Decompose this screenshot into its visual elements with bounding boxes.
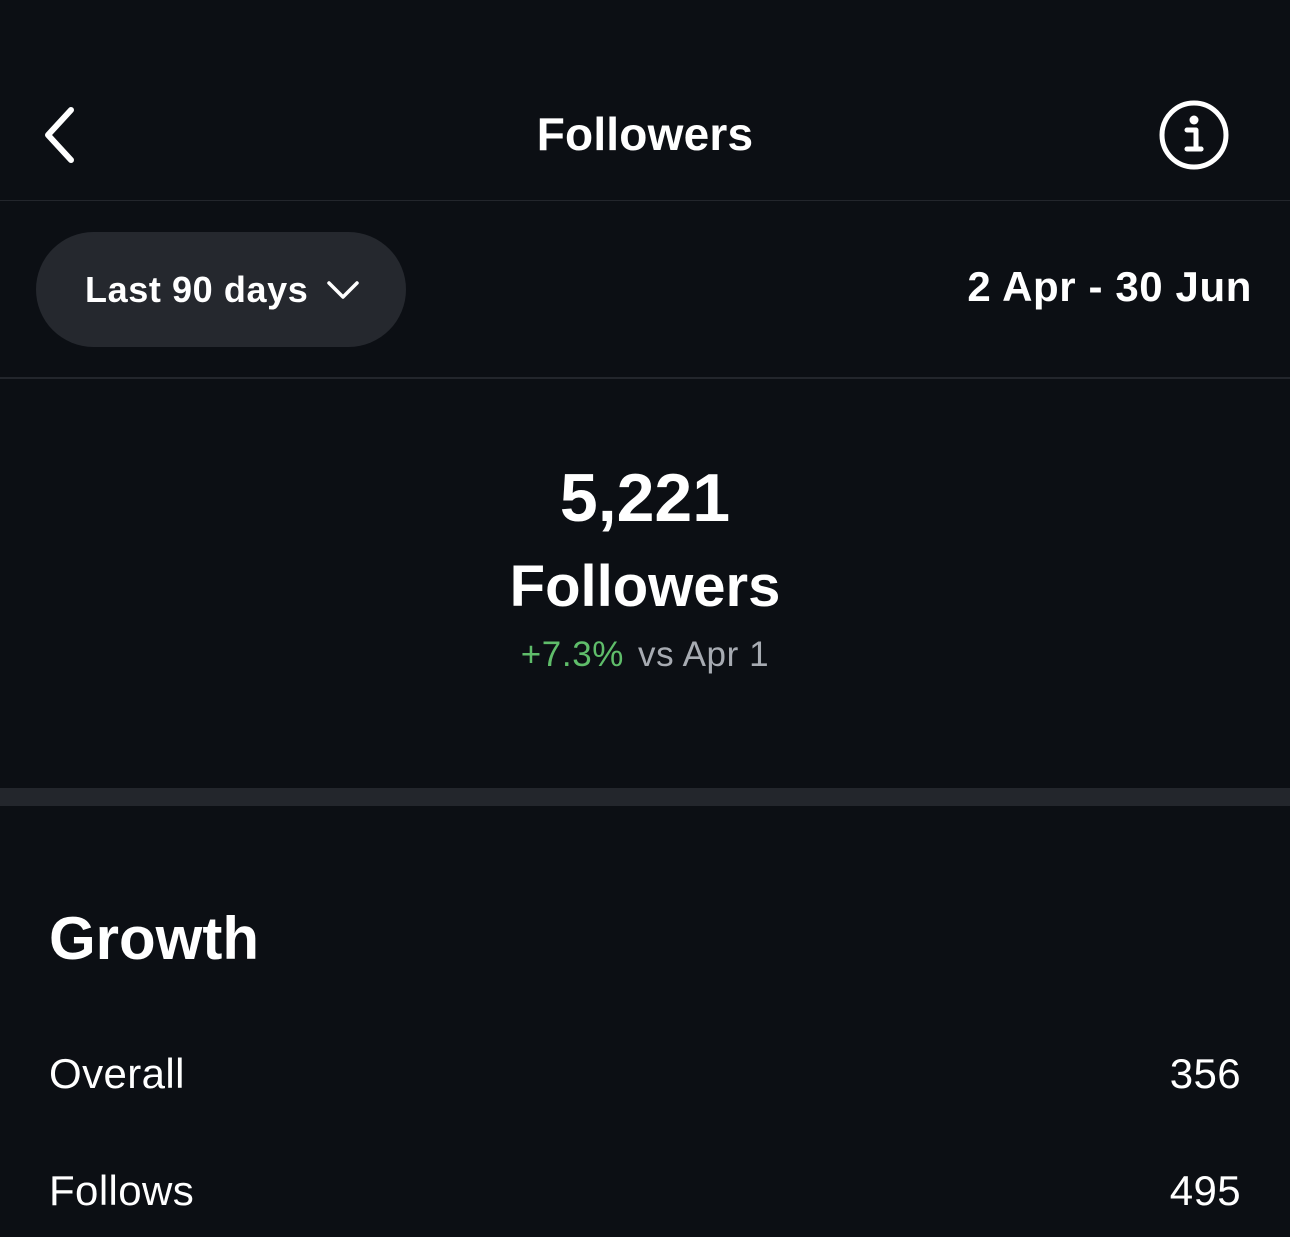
info-circle-icon xyxy=(1159,100,1229,170)
follower-count: 5,221 xyxy=(559,460,731,536)
growth-row-follows: Follows 495 xyxy=(49,1163,1241,1219)
chevron-down-icon xyxy=(326,279,360,301)
date-filter-row: Last 90 days 2 Apr - 30 Jun xyxy=(0,201,1290,379)
section-divider xyxy=(0,788,1290,806)
follower-count-label: Followers xyxy=(509,554,781,619)
date-range-dropdown[interactable]: Last 90 days xyxy=(36,232,406,347)
growth-row-value: 356 xyxy=(1169,1050,1241,1097)
change-indicator: +7.3% vs Apr 1 xyxy=(0,634,1290,676)
page-title: Followers xyxy=(536,108,754,160)
change-percentage: +7.3% xyxy=(520,635,624,674)
follower-summary: 5,221 Followers +7.3% vs Apr 1 xyxy=(0,380,1290,788)
growth-row-label: Follows xyxy=(49,1167,195,1214)
info-button[interactable] xyxy=(1156,97,1232,173)
top-bar: Followers xyxy=(0,0,1290,201)
change-comparison: vs Apr 1 xyxy=(637,635,770,674)
growth-row-value: 495 xyxy=(1169,1167,1241,1214)
date-range-text: 2 Apr - 30 Jun xyxy=(967,263,1252,310)
growth-row-overall: Overall 356 xyxy=(49,1046,1241,1102)
date-range-dropdown-label: Last 90 days xyxy=(85,268,309,310)
growth-section-title: Growth xyxy=(49,905,259,972)
growth-row-label: Overall xyxy=(49,1050,185,1097)
